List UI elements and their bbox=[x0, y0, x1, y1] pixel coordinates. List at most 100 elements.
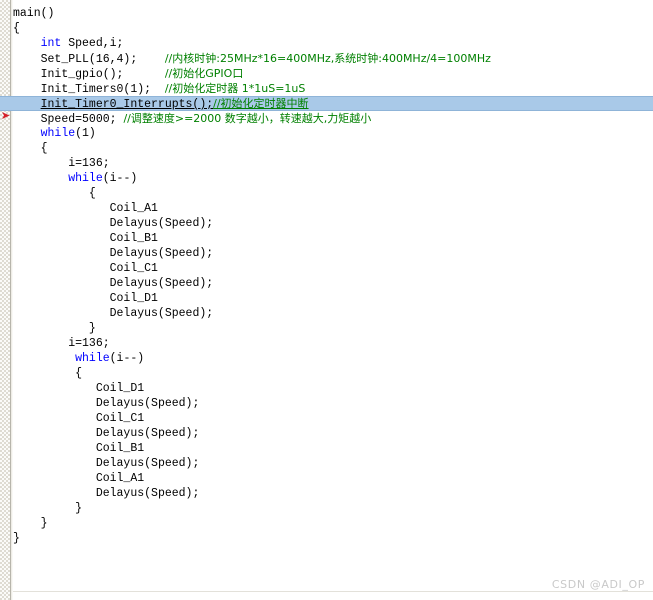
code-text: Speed=5000; bbox=[40, 113, 124, 126]
code-line[interactable]: Delayus(Speed); bbox=[13, 456, 653, 471]
code-text: { bbox=[13, 22, 20, 35]
code-line[interactable]: int Speed,i; bbox=[13, 36, 653, 51]
code-text: Coil_A1 bbox=[109, 202, 158, 215]
code-text: (1) bbox=[75, 127, 96, 140]
code-line[interactable]: Delayus(Speed); bbox=[13, 396, 653, 411]
code-text: } bbox=[75, 502, 83, 515]
red-execution-arrow-icon[interactable]: ➤ bbox=[0, 110, 11, 122]
code-text: Init_gpio(); bbox=[40, 68, 165, 81]
code-line[interactable]: Coil_C1 bbox=[13, 411, 653, 426]
code-line[interactable]: } bbox=[13, 516, 653, 531]
csdn-watermark: CSDN @ADI_OP bbox=[551, 578, 645, 591]
code-text: Init_Timer0_Interrupts(); bbox=[40, 98, 214, 111]
code-line[interactable]: Init_gpio(); //初始化GPIO口 bbox=[13, 66, 653, 81]
code-text: Delayus(Speed); bbox=[109, 277, 214, 290]
code-text: (i--) bbox=[109, 352, 145, 365]
code-comment: //初始化定时器 1*1uS=1uS bbox=[164, 82, 306, 95]
code-line[interactable]: Delayus(Speed); bbox=[13, 426, 653, 441]
watermark-divider bbox=[13, 591, 653, 592]
code-keyword: while bbox=[40, 127, 76, 140]
code-line-selected[interactable]: Init_Timer0_Interrupts();//初始化定时器中断 bbox=[0, 96, 653, 111]
code-line[interactable]: { bbox=[13, 186, 653, 201]
code-text: Delayus(Speed); bbox=[95, 457, 200, 470]
code-text: Delayus(Speed); bbox=[109, 217, 214, 230]
code-line[interactable]: i=136; bbox=[13, 156, 653, 171]
code-text: i=136; bbox=[68, 157, 110, 170]
code-line[interactable]: Delayus(Speed); bbox=[13, 276, 653, 291]
code-text: Delayus(Speed); bbox=[109, 307, 214, 320]
code-text: Set_PLL(16,4); bbox=[40, 53, 165, 66]
code-line[interactable]: Coil_D1 bbox=[13, 291, 653, 306]
code-line[interactable]: Coil_B1 bbox=[13, 231, 653, 246]
code-text: Coil_C1 bbox=[109, 262, 158, 275]
editor-gutter[interactable] bbox=[0, 0, 11, 600]
code-line[interactable]: Coil_A1 bbox=[13, 471, 653, 486]
code-line[interactable]: Delayus(Speed); bbox=[13, 216, 653, 231]
code-editor[interactable]: ➤ main() { int Speed,i; Set_PLL(16,4); //… bbox=[0, 0, 653, 600]
code-text: Coil_D1 bbox=[109, 292, 158, 305]
code-line[interactable]: while(i--) bbox=[13, 351, 653, 366]
code-text: } bbox=[13, 532, 20, 545]
code-line[interactable]: { bbox=[13, 21, 653, 36]
code-line[interactable]: } bbox=[13, 501, 653, 516]
code-text: Delayus(Speed); bbox=[95, 427, 200, 440]
code-line[interactable]: Init_Timers0(1); //初始化定时器 1*1uS=1uS bbox=[13, 81, 653, 96]
code-keyword: int bbox=[40, 37, 62, 50]
code-keyword: while bbox=[75, 352, 110, 365]
code-line[interactable]: Delayus(Speed); bbox=[13, 306, 653, 321]
code-comment: //初始化定时器中断 bbox=[213, 97, 309, 110]
code-comment: //内核时钟:25MHz*16=400MHz,系统时钟:400MHz/4=100… bbox=[164, 52, 491, 65]
code-text: Delayus(Speed); bbox=[95, 397, 200, 410]
code-line[interactable]: Delayus(Speed); bbox=[13, 246, 653, 261]
code-line[interactable]: main() bbox=[13, 6, 653, 21]
code-text: } bbox=[88, 322, 96, 335]
code-line[interactable]: Coil_A1 bbox=[13, 201, 653, 216]
code-text: Coil_A1 bbox=[95, 472, 145, 485]
code-text: { bbox=[75, 367, 83, 380]
code-text: main() bbox=[13, 7, 55, 20]
code-text: } bbox=[40, 517, 48, 530]
code-line[interactable]: while(1) bbox=[13, 126, 653, 141]
code-line[interactable]: { bbox=[13, 366, 653, 381]
code-comment: //调整速度>=2000 数字越小，转速越大,力矩越小 bbox=[123, 112, 372, 125]
code-text: { bbox=[40, 142, 48, 155]
code-line[interactable]: i=136; bbox=[13, 336, 653, 351]
code-text: Init_Timers0(1); bbox=[40, 83, 165, 96]
code-line[interactable]: Speed=5000; //调整速度>=2000 数字越小，转速越大,力矩越小 bbox=[13, 111, 653, 126]
code-line[interactable]: Coil_B1 bbox=[13, 441, 653, 456]
code-line[interactable]: } bbox=[13, 321, 653, 336]
code-text: Coil_B1 bbox=[95, 442, 145, 455]
code-line[interactable]: while(i--) bbox=[13, 171, 653, 186]
code-line[interactable]: Set_PLL(16,4); //内核时钟:25MHz*16=400MHz,系统… bbox=[13, 51, 653, 66]
code-text: { bbox=[88, 187, 96, 200]
code-line[interactable]: } bbox=[13, 531, 653, 546]
code-content[interactable]: main() { int Speed,i; Set_PLL(16,4); //内核… bbox=[0, 6, 653, 546]
code-line[interactable]: Coil_C1 bbox=[13, 261, 653, 276]
code-line[interactable]: Delayus(Speed); bbox=[13, 486, 653, 501]
code-line[interactable]: Coil_D1 bbox=[13, 381, 653, 396]
code-line[interactable]: { bbox=[13, 141, 653, 156]
